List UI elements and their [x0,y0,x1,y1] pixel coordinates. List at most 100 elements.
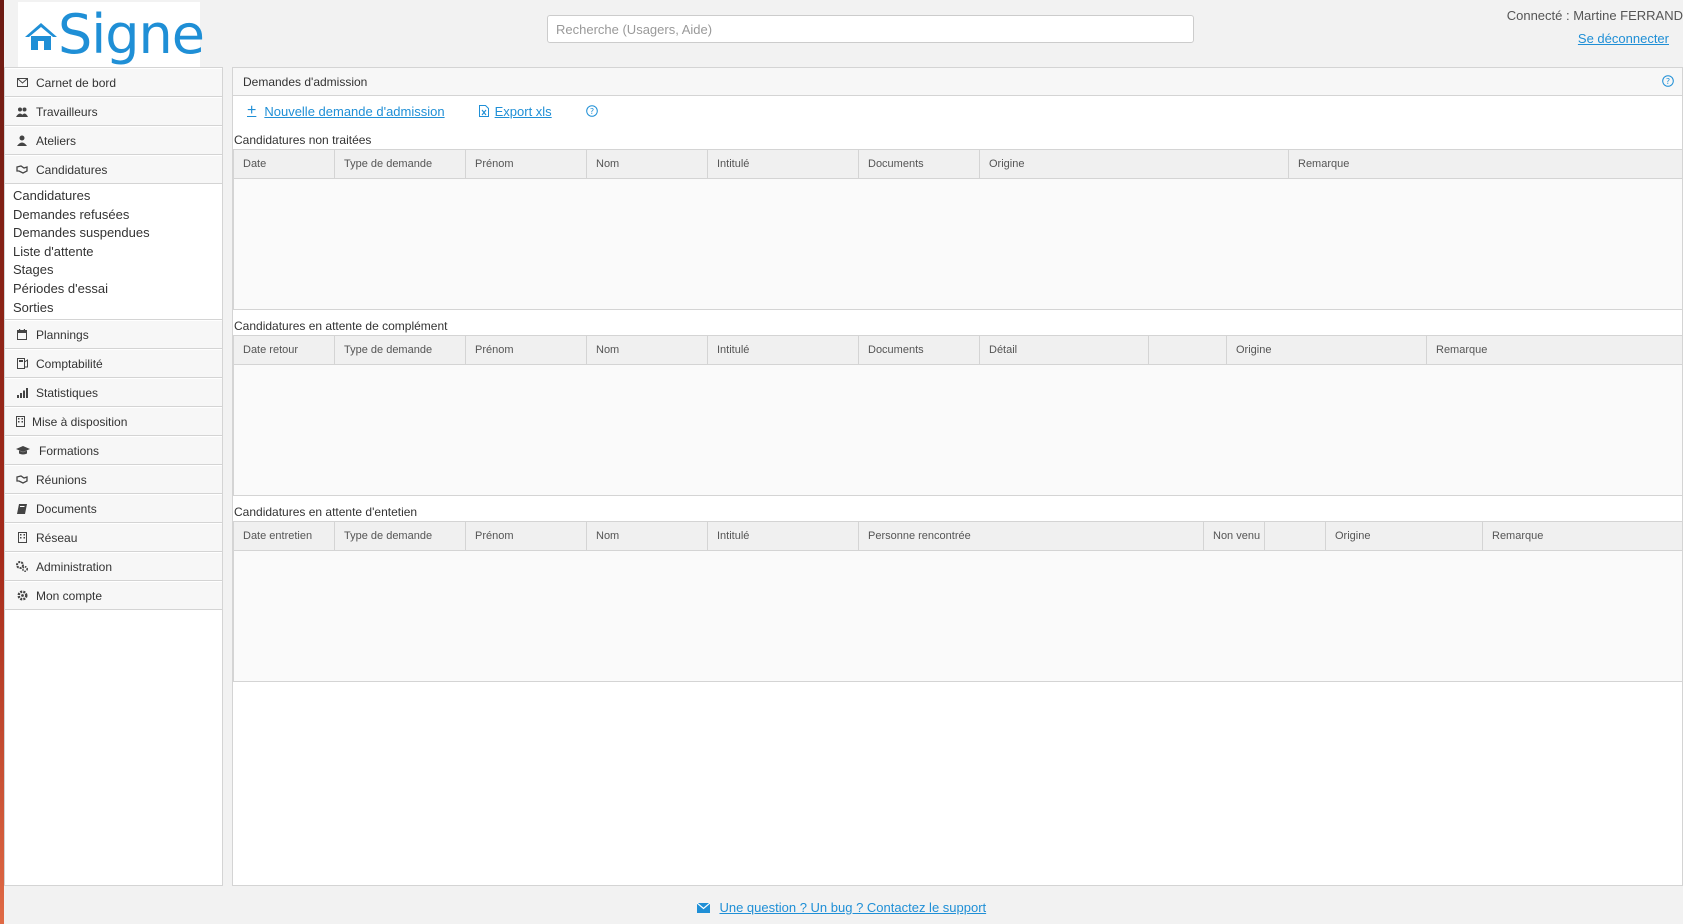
column-header[interactable]: Type de demande [335,522,466,550]
submenu-item-periodes-essai[interactable]: Périodes d'essai [13,280,222,299]
section-title-non-traitees: Candidatures non traitées [234,133,372,147]
column-header[interactable]: Date entretien [234,522,335,550]
handshake-icon [15,473,29,487]
sidebar-item-reunions[interactable]: Réunions [5,465,222,495]
sidebar-item-label: Documents [36,501,97,516]
column-header[interactable]: Non venu [1204,522,1265,550]
sidebar-item-plannings[interactable]: Plannings [5,320,222,350]
sidebar-item-label: Statistiques [36,385,99,400]
column-header[interactable]: Origine [1326,522,1483,550]
footer: Une question ? Un bug ? Contactez le sup… [0,900,1683,916]
column-header[interactable] [1265,522,1326,550]
table-candidatures-attente-entretien: Date entretien Type de demande Prénom No… [233,521,1683,682]
logo-text: Signe [58,3,205,66]
submenu-item-sorties[interactable]: Sorties [13,299,222,318]
sidebar-item-mise-a-disposition[interactable]: Mise à disposition [5,407,222,437]
sidebar-item-label: Ateliers [36,133,77,148]
table-header: Date entretien Type de demande Prénom No… [234,522,1682,551]
new-request-button[interactable]: + Nouvelle demande d'admission [247,102,445,120]
logout-link[interactable]: Se déconnecter [1507,31,1669,46]
sidebar-item-formations[interactable]: Formations [5,436,222,466]
table-header: Date Type de demande Prénom Nom Intitulé… [234,150,1682,179]
sidebar-item-reseau[interactable]: Réseau [5,523,222,553]
sidebar-item-label: Comptabilité [36,356,103,371]
sidebar-item-label: Mise à disposition [32,414,128,429]
column-header[interactable]: Remarque [1483,522,1682,550]
export-xls-button[interactable]: Export xls [478,103,552,119]
column-header[interactable]: Prénom [466,336,587,364]
building-icon [15,531,29,545]
toolbar: + Nouvelle demande d'admission Export xl… [233,96,1682,126]
column-header[interactable]: Date [234,150,335,178]
submenu-item-demandes-suspendues[interactable]: Demandes suspendues [13,224,222,243]
gears-icon [15,560,29,574]
book-icon [15,502,29,516]
sidebar-item-ateliers[interactable]: Ateliers [5,126,222,155]
column-header[interactable]: Détail [980,336,1149,364]
sidebar-item-label: Candidatures [36,162,108,177]
sidebar-item-label: Réseau [36,530,78,545]
column-header[interactable]: Origine [980,150,1289,178]
section-title-attente-complement: Candidatures en attente de complément [234,319,448,333]
column-header[interactable]: Nom [587,522,708,550]
page-title: Demandes d'admission [243,74,368,89]
column-header[interactable]: Type de demande [335,150,466,178]
column-header[interactable]: Type de demande [335,336,466,364]
envelope-icon [15,76,29,90]
submenu-item-liste-attente[interactable]: Liste d'attente [13,243,222,262]
toolbar-help-icon[interactable]: ? [585,105,598,117]
calculator-icon [15,357,29,371]
submenu-item-candidatures[interactable]: Candidatures [13,187,222,206]
column-header[interactable]: Intitulé [708,336,859,364]
candidatures-submenu: Candidatures Demandes refusées Demandes … [5,184,222,321]
worker-icon [15,134,29,148]
submenu-item-stages[interactable]: Stages [13,261,222,280]
calendar-icon [15,328,29,342]
column-header[interactable]: Intitulé [708,150,859,178]
column-header[interactable]: Intitulé [708,522,859,550]
sidebar-item-administration[interactable]: Administration [5,552,222,582]
search-input[interactable] [547,15,1194,43]
sidebar-item-statistiques[interactable]: Statistiques [5,378,222,408]
connected-user-label: Connecté : Martine FERRAND [1506,8,1683,23]
column-header[interactable]: Remarque [1427,336,1682,364]
sidebar-item-carnet-de-bord[interactable]: Carnet de bord [5,68,222,97]
column-header[interactable]: Documents [859,336,980,364]
sidebar-item-documents[interactable]: Documents [5,494,222,524]
column-header[interactable]: Nom [587,150,708,178]
column-header[interactable]: Date retour [234,336,335,364]
sidebar-item-mon-compte[interactable]: Mon compte [5,581,222,611]
column-header[interactable]: Nom [587,336,708,364]
column-header[interactable]: Origine [1227,336,1427,364]
app-logo[interactable]: Signe [18,2,205,68]
svg-text:?: ? [1666,77,1670,86]
sidebar-item-label: Administration [36,559,113,574]
export-xls-label: Export xls [494,103,552,119]
sidebar-item-label: Carnet de bord [36,75,117,90]
column-header[interactable] [1149,336,1227,364]
building-icon [15,415,26,429]
bar-chart-icon [15,386,29,400]
sidebar: Carnet de bord Travailleurs Ateliers Can… [4,67,223,886]
column-header[interactable]: Documents [859,150,980,178]
submenu-item-demandes-refusees[interactable]: Demandes refusées [13,206,222,225]
envelope-icon [696,901,711,916]
table-header: Date retour Type de demande Prénom Nom I… [234,336,1682,365]
help-icon[interactable]: ? [1662,75,1674,90]
column-header[interactable]: Personne rencontrée [859,522,1204,550]
graduation-cap-icon [15,444,31,458]
handshake-icon [15,163,29,177]
sidebar-item-comptabilite[interactable]: Comptabilité [5,349,222,379]
svg-text:?: ? [590,107,594,116]
table-candidatures-non-traitees: Date Type de demande Prénom Nom Intitulé… [233,149,1683,310]
sidebar-item-label: Formations [39,443,100,458]
support-link[interactable]: Une question ? Un bug ? Contactez le sup… [719,900,986,915]
column-header[interactable]: Prénom [466,150,587,178]
column-header[interactable]: Remarque [1289,150,1682,178]
plus-icon: + [247,102,257,119]
column-header[interactable]: Prénom [466,522,587,550]
sidebar-item-candidatures[interactable]: Candidatures [5,155,222,184]
user-info: Connecté : Martine FERRAND Se déconnecte… [1507,8,1683,46]
new-request-label: Nouvelle demande d'admission [264,103,445,119]
sidebar-item-travailleurs[interactable]: Travailleurs [5,97,222,126]
